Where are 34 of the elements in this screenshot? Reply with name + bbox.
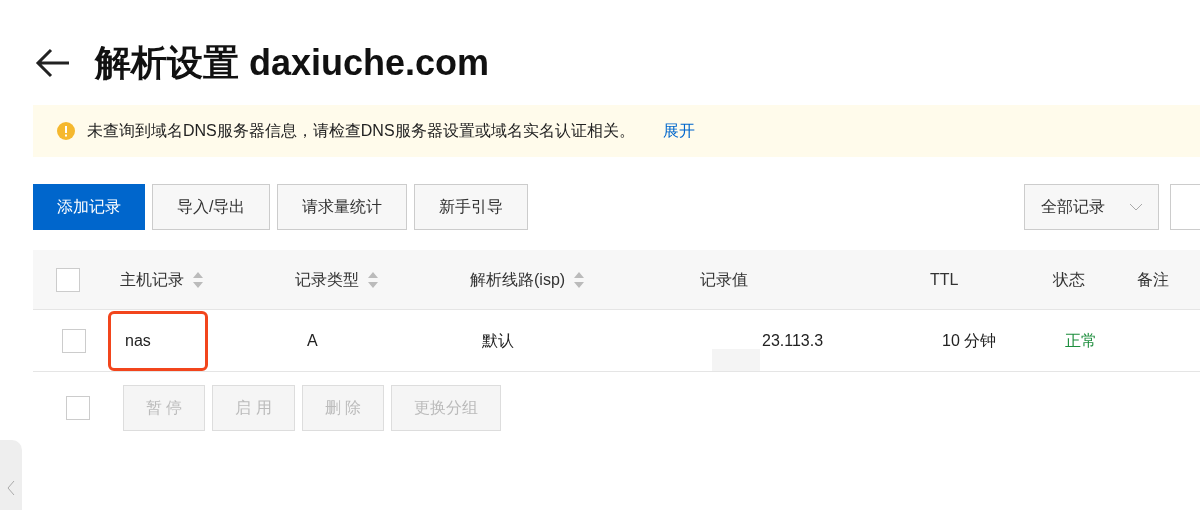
redaction-blur [712,348,760,371]
sort-icon[interactable] [573,270,586,289]
column-header[interactable]: 记录类型 [295,267,359,292]
header-checkbox[interactable] [56,267,80,292]
sort-icon[interactable] [367,270,379,289]
side-collapse-tab[interactable] [0,440,22,510]
chevron-left-icon [7,480,15,496]
page-title: 解析设置 daxiuche.com [95,41,490,85]
column-header[interactable]: 解析线路(isp) [470,267,566,292]
row-checkbox[interactable] [62,328,86,353]
toolbar-button[interactable]: 请求量统计 [277,184,408,230]
table-cell-text: A [307,330,318,351]
notice-message: 未查询到域名DNS服务器信息，请检查DNS服务器设置或域名实名认证相关。 [87,121,635,141]
highlighted-cell: nas [108,310,208,371]
column-header: 备注 [1137,269,1169,290]
chevron-down-icon [1129,203,1143,211]
table-cell-text: 23.113.3 [761,330,824,351]
record-filter-dropdown[interactable]: 全部记录 [1024,184,1159,230]
column-header: TTL [930,269,959,290]
sort-icon[interactable] [192,270,204,289]
search-field[interactable] [1170,184,1200,230]
table-cell-text: 默认 [482,330,514,351]
select-all-checkbox[interactable] [66,396,90,420]
column-header[interactable]: 主机记录 [120,267,184,292]
toolbar-button[interactable]: 添加记录 [33,184,145,230]
toolbar-button[interactable]: 导入/导出 [152,184,271,230]
back-arrow-icon[interactable] [35,48,71,78]
expand-link[interactable]: 展开 [662,119,695,143]
column-header: 状态 [1053,269,1085,290]
status-text: 正常 [1065,330,1097,351]
column-header: 记录值 [700,269,748,290]
toolbar-button[interactable]: 新手引导 [414,184,529,230]
table-cell-text: 10 分钟 [942,330,997,351]
warning-icon [57,122,75,140]
